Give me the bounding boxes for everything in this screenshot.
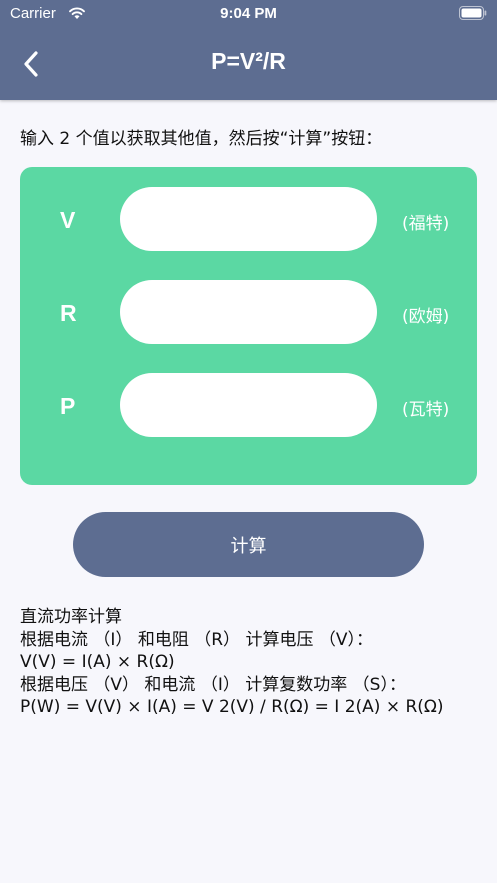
voltage-label: V <box>60 207 76 233</box>
info-line: V(V) = I(A) × R(Ω) <box>20 652 175 672</box>
resistance-label: R <box>60 300 77 326</box>
power-input[interactable] <box>120 373 377 437</box>
info-section: 直流功率计算 根据电流 （I） 和电阻 （R） 计算电压 （V）： V(V) =… <box>20 606 490 719</box>
input-card: V (福特) R (欧姆) P (瓦特) <box>20 167 477 485</box>
info-line: 根据电压 （V） 和电流 （I） 计算复数功率 （S）： <box>20 674 406 695</box>
voltage-input[interactable] <box>120 187 377 251</box>
info-line: 直流功率计算 <box>20 607 122 627</box>
battery-icon <box>459 6 487 20</box>
resistance-input[interactable] <box>120 280 377 344</box>
power-label: P <box>60 393 76 419</box>
info-line: 根据电流 （I） 和电阻 （R） 计算电压 （V）： <box>20 629 373 650</box>
page-title: P=V²/R <box>211 48 286 74</box>
voltage-unit: (福特) <box>402 214 450 234</box>
calculate-button[interactable]: 计算 <box>73 512 424 577</box>
navigation-header: Carrier 9:04 PM P=V²/R <box>0 0 497 100</box>
power-unit: (瓦特) <box>402 400 450 420</box>
resistance-unit: (欧姆) <box>402 307 450 327</box>
status-time: 9:04 PM <box>220 5 277 22</box>
info-line: P(W) = V(V) × I(A) = V 2(V) / R(Ω) = I 2… <box>20 697 444 717</box>
instruction-text: 输入 2 个值以获取其他值，然后按“计算”按钮： <box>20 129 383 149</box>
